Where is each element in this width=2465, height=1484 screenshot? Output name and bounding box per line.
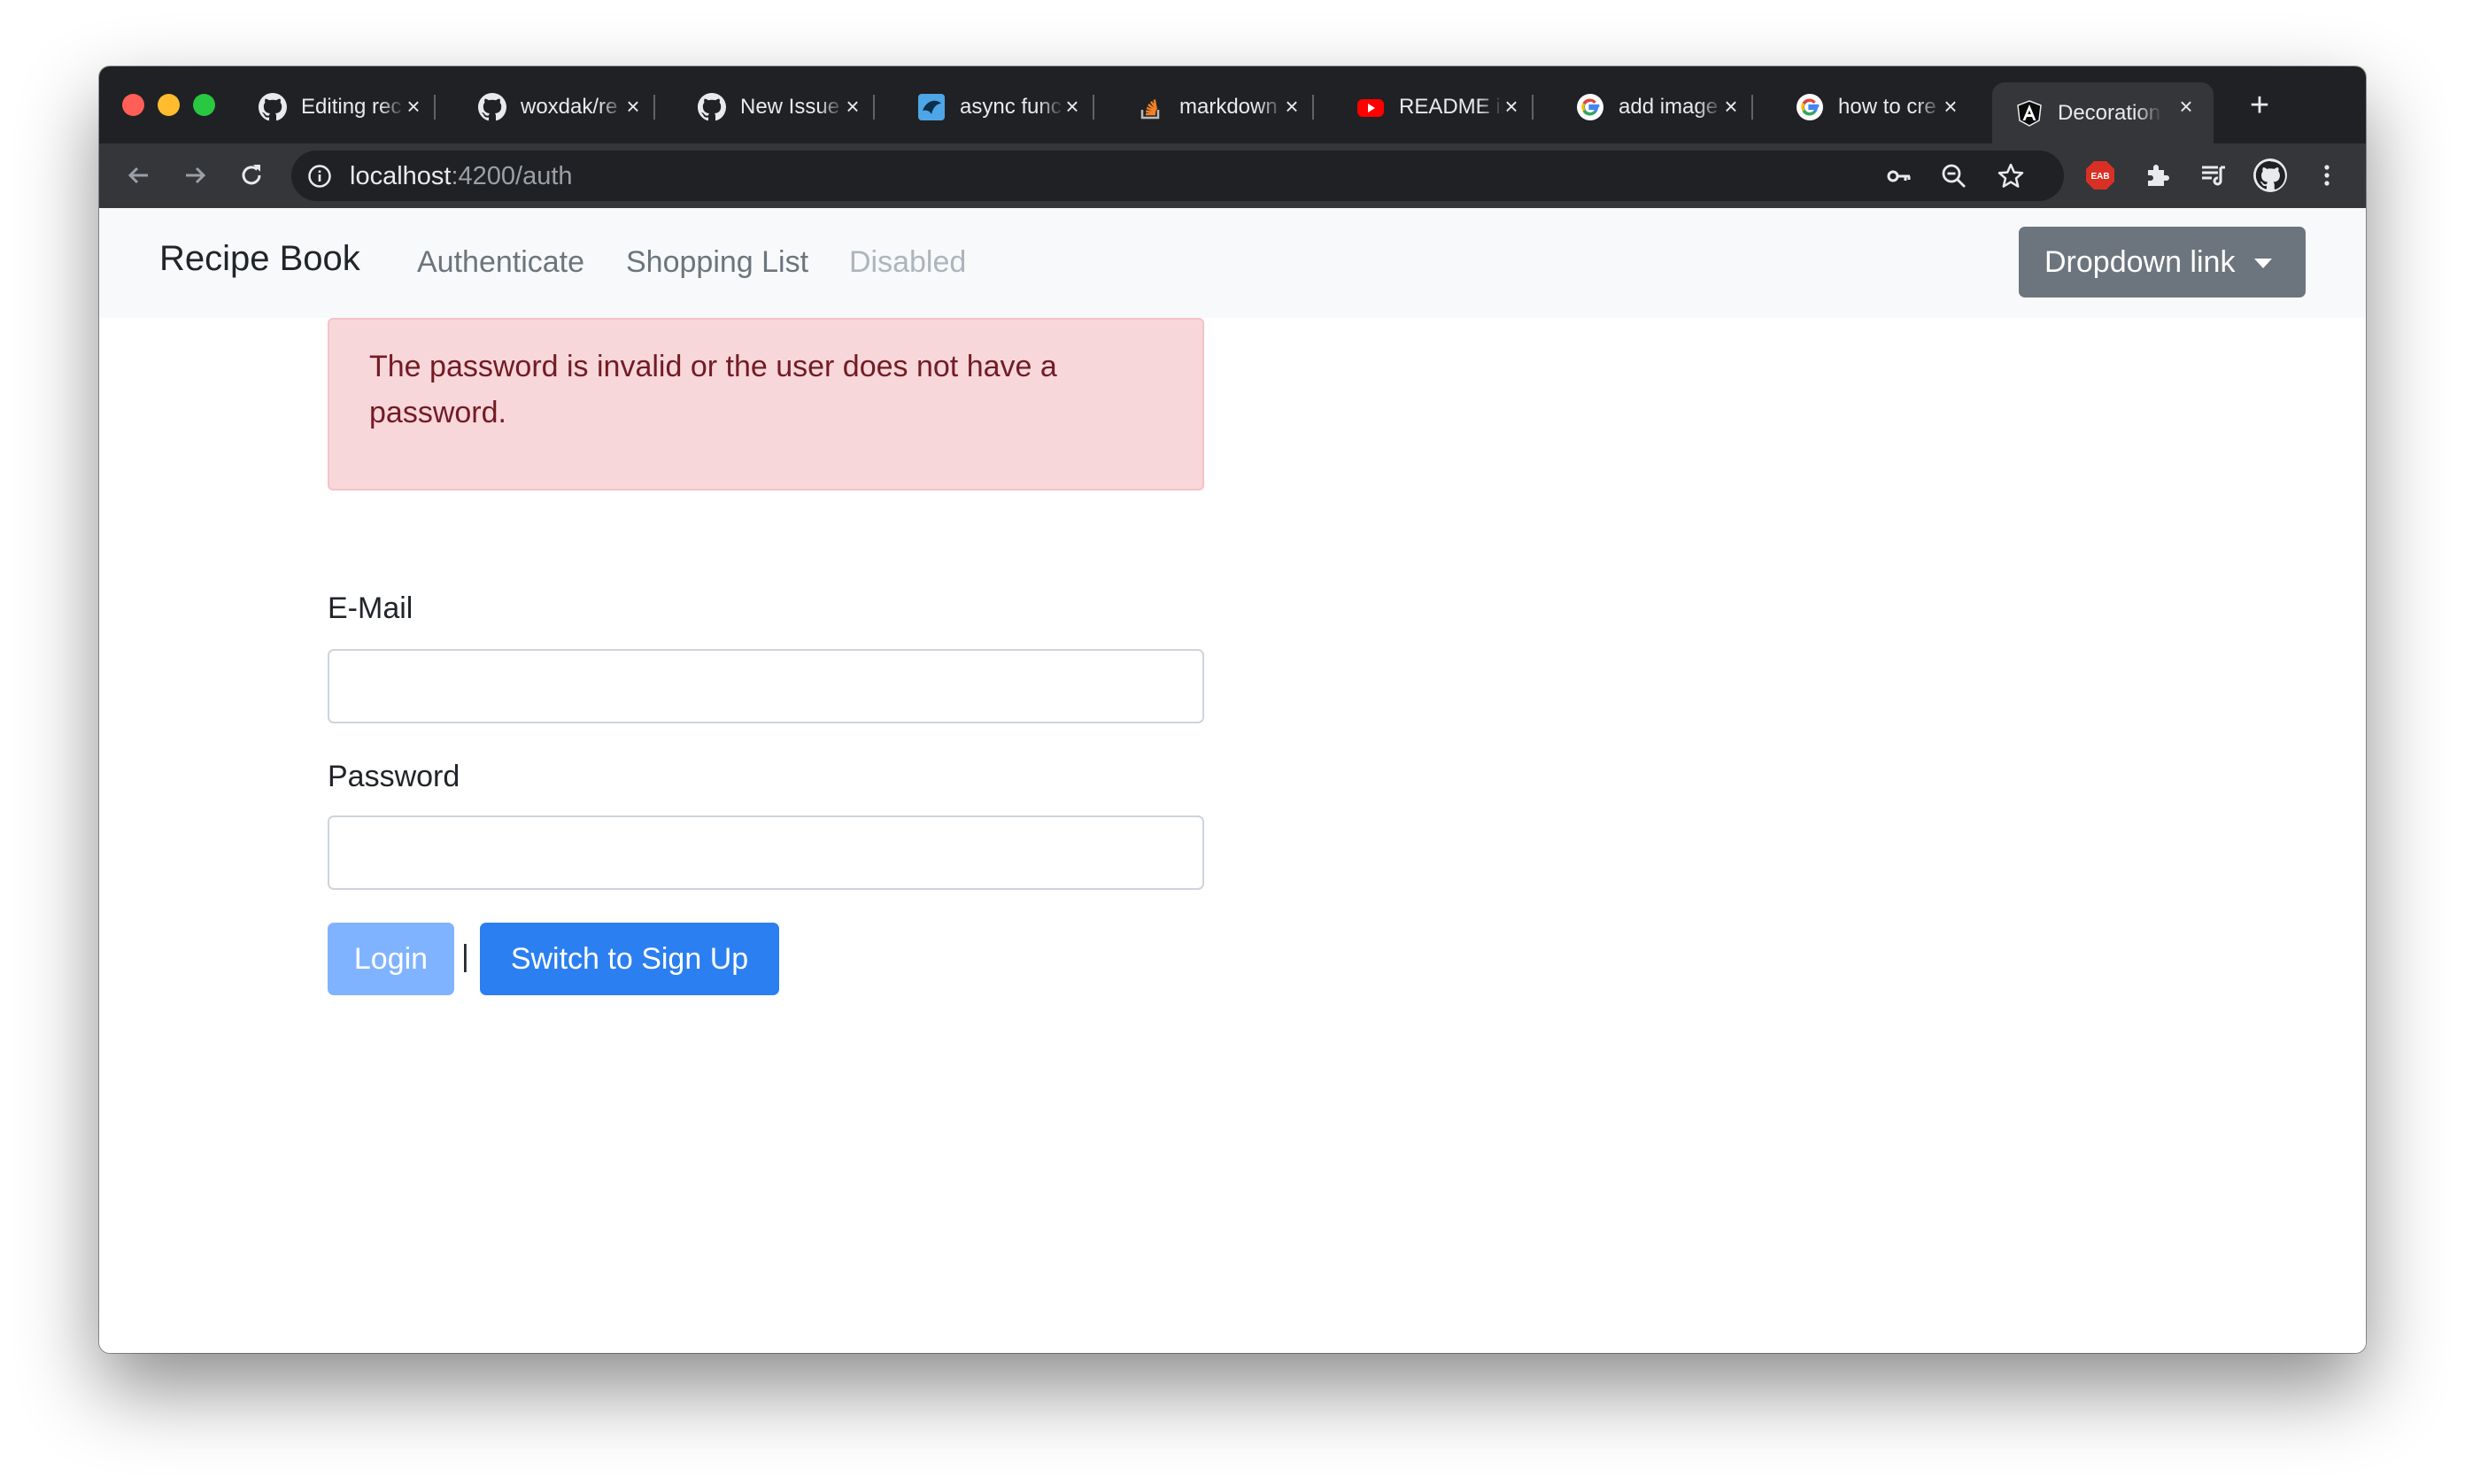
url-path: :4200/auth: [451, 162, 573, 190]
tab-title: how to cre: [1838, 94, 1936, 119]
dropdown-button[interactable]: Dropdown link: [2019, 227, 2306, 298]
close-tab-icon[interactable]: ×: [1719, 95, 1742, 118]
tab-separator: [1312, 95, 1314, 120]
dropdown-label: Dropdown link: [2044, 244, 2236, 279]
login-button[interactable]: Login: [328, 923, 454, 995]
browser-tab[interactable]: New Issue ×: [669, 82, 875, 131]
google-icon: [1576, 93, 1604, 121]
browser-window: Editing rec × woxdak/re × New Issue × as…: [99, 66, 2366, 1353]
minimize-window-button[interactable]: [158, 94, 180, 116]
browser-tab[interactable]: markdown ×: [1109, 82, 1314, 131]
tab-separator: [873, 95, 875, 120]
page-content: Recipe Book Authenticate Shopping List D…: [99, 208, 2366, 1353]
password-label: Password: [328, 760, 460, 793]
site-info-icon[interactable]: [307, 164, 332, 189]
close-tab-icon[interactable]: ×: [841, 95, 864, 118]
browser-tab-active[interactable]: Decoration ×: [1992, 82, 2214, 143]
browser-tab[interactable]: how to cre ×: [1767, 82, 1971, 131]
navbar-brand[interactable]: Recipe Book: [159, 239, 360, 279]
email-input[interactable]: [328, 649, 1204, 723]
stackoverflow-icon: [1137, 93, 1165, 121]
nav-link-authenticate[interactable]: Authenticate: [417, 245, 584, 280]
reload-button[interactable]: [234, 158, 269, 193]
error-message: The password is invalid or the user does…: [369, 350, 1057, 429]
tab-separator: [434, 95, 436, 120]
password-input[interactable]: [328, 815, 1204, 890]
tab-separator: [1093, 95, 1094, 120]
tab-title: New Issue: [740, 94, 840, 119]
github-icon: [478, 92, 506, 121]
maximize-window-button[interactable]: [193, 94, 215, 116]
switch-to-signup-button[interactable]: Switch to Sign Up: [480, 923, 779, 995]
close-tab-icon[interactable]: ×: [1500, 95, 1523, 118]
bookmark-star-icon[interactable]: [1997, 162, 2025, 190]
tab-title: Editing rec: [301, 94, 402, 119]
more-menu-icon[interactable]: [2309, 158, 2345, 193]
close-tab-icon[interactable]: ×: [1939, 95, 1962, 118]
browser-tab[interactable]: Editing rec ×: [230, 82, 436, 131]
close-tab-icon[interactable]: ×: [402, 95, 425, 118]
close-tab-icon[interactable]: ×: [1280, 95, 1303, 118]
caret-down-icon: [2254, 259, 2273, 268]
svg-text:EAB: EAB: [2090, 172, 2109, 182]
zoom-out-icon[interactable]: [1940, 162, 1968, 190]
tab-separator: [653, 95, 655, 120]
github-icon: [259, 92, 287, 121]
reload-icon: [242, 165, 261, 185]
url-text[interactable]: localhost:4200/auth: [350, 162, 573, 191]
extensions-puzzle-icon[interactable]: [2139, 158, 2175, 193]
back-button[interactable]: [121, 158, 157, 193]
tab-separator: [1532, 95, 1534, 120]
tab-title: Decoration: [2058, 100, 2161, 125]
nav-link-disabled: Disabled: [849, 245, 967, 279]
tab-title: markdown: [1179, 94, 1278, 119]
email-label: E-Mail: [328, 591, 413, 625]
close-window-button[interactable]: [122, 94, 144, 116]
tab-title: async func: [960, 94, 1062, 119]
error-alert: The password is invalid or the user does…: [328, 318, 1204, 491]
blue-logo-icon: [917, 93, 946, 121]
tab-separator: [1751, 95, 1753, 120]
tab-title: README ir: [1399, 94, 1503, 119]
angular-icon: [2015, 99, 2044, 128]
app-navbar: Recipe Book Authenticate Shopping List D…: [99, 208, 2366, 318]
close-tab-icon[interactable]: ×: [2175, 95, 2198, 118]
browser-tab[interactable]: async func ×: [889, 82, 1094, 131]
new-tab-button[interactable]: +: [2242, 89, 2277, 125]
media-queue-icon[interactable]: [2196, 158, 2231, 193]
back-arrow-icon: [128, 166, 148, 184]
nav-link-shopping-list[interactable]: Shopping List: [626, 245, 808, 280]
adblock-extension-icon[interactable]: EAB: [2082, 158, 2118, 193]
address-bar[interactable]: localhost:4200/auth: [291, 151, 2064, 201]
browser-tab[interactable]: add image ×: [1548, 82, 1753, 131]
tab-title: add image: [1619, 94, 1719, 119]
button-separator: |: [461, 939, 469, 973]
key-icon[interactable]: [1885, 162, 1913, 190]
tab-strip: Editing rec × woxdak/re × New Issue × as…: [99, 66, 2366, 143]
google-icon: [1796, 93, 1824, 121]
github-extension-icon[interactable]: [2252, 158, 2288, 193]
browser-tab[interactable]: woxdak/re ×: [450, 82, 655, 131]
github-icon: [698, 92, 726, 121]
youtube-icon: [1356, 93, 1385, 121]
forward-arrow-icon: [186, 166, 206, 184]
url-host: localhost: [350, 162, 452, 190]
close-tab-icon[interactable]: ×: [622, 95, 645, 118]
browser-tab[interactable]: README ir ×: [1328, 82, 1534, 131]
close-tab-icon[interactable]: ×: [1061, 95, 1084, 118]
tab-title: woxdak/re: [521, 94, 618, 119]
forward-button[interactable]: [177, 158, 212, 193]
browser-toolbar: localhost:4200/auth EAB: [99, 143, 2366, 208]
